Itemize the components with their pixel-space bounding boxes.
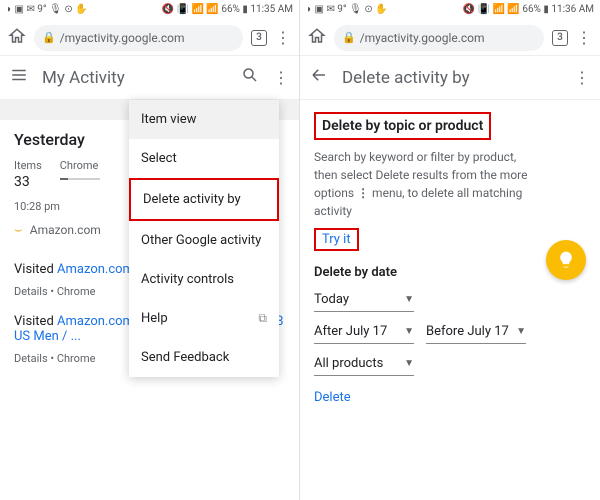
external-link-icon: ⧉ [258,311,267,326]
menu-item-feedback[interactable]: Send Feedback [129,338,279,377]
status-bar: ◗ ▣ ✉ 9° 🎙 ⊙ ✋ 🔇 📳 📶 📶 66% ▮ 11:35 AM [0,0,299,20]
before-date-select[interactable]: Before July 17 ▼ [426,320,526,344]
status-bar: ◗ ▣ ✉ 9° 🎙 ⊙ ✋ 🔇 📳 📶 📶 66% ▮ 11:36 AM [300,0,600,20]
status-right: 🔇 📳 📶 📶 66% ▮ 11:36 AM [463,5,594,15]
left-screenshot: ◗ ▣ ✉ 9° 🎙 ⊙ ✋ 🔇 📳 📶 📶 66% ▮ 11:35 AM 🔒 … [0,0,300,500]
after-date-select[interactable]: After July 17 ▼ [314,320,414,344]
chevron-down-icon: ▼ [404,358,414,369]
menu-item-other[interactable]: Other Google activity [129,221,279,260]
lock-icon: 🔒 [42,31,56,44]
menu-item-help[interactable]: Help ⧉ [129,299,279,338]
page-title: Delete activity by [342,68,560,88]
url-field[interactable]: 🔒 /myactivity.google.com [34,25,243,51]
menu-item-delete-activity[interactable]: Delete activity by [129,178,279,221]
amazon-favicon-icon: ⌣ [14,223,23,238]
app-menu-icon[interactable]: ⋮ [273,70,289,86]
delete-button[interactable]: Delete [314,390,351,405]
items-stat: Items 33 [14,159,42,190]
delete-content: Delete by topic or product Search by key… [300,100,600,417]
more-options-icon: ⋮ [357,184,369,202]
section-delete-topic: Delete by topic or product [314,112,491,140]
date-range-select[interactable]: Today ▼ [314,288,414,312]
status-left: ◗ ▣ ✉ 9° 🎙 ⊙ ✋ [306,5,388,15]
browser-menu-icon[interactable]: ⋮ [576,30,592,46]
chevron-down-icon: ▼ [404,294,414,305]
status-left: ◗ ▣ ✉ 9° 🎙 ⊙ ✋ [6,5,88,15]
browser-toolbar: 🔒 /myactivity.google.com 3 ⋮ [0,20,299,56]
products-select[interactable]: All products ▼ [314,352,414,376]
tab-count[interactable]: 3 [552,30,568,46]
tips-fab[interactable] [546,240,586,280]
url-text: /myactivity.google.com [360,31,485,45]
chevron-down-icon: ▼ [516,326,526,337]
menu-item-controls[interactable]: Activity controls [129,260,279,299]
browser-toolbar: 🔒 /myactivity.google.com 3 ⋮ [300,20,600,56]
section-desc: Search by keyword or filter by product, … [314,148,586,220]
status-right: 🔇 📳 📶 📶 66% ▮ 11:35 AM [162,5,293,15]
hamburger-icon[interactable] [10,66,28,89]
section-delete-date: Delete by date [314,265,586,280]
app-header: Delete activity by ⋮ [300,56,600,100]
overflow-menu: Item view Select Delete activity by Othe… [129,100,279,377]
lock-icon: 🔒 [342,31,356,44]
right-screenshot: ◗ ▣ ✉ 9° 🎙 ⊙ ✋ 🔇 📳 📶 📶 66% ▮ 11:36 AM 🔒 … [300,0,600,500]
page-title: My Activity [42,68,227,88]
menu-item-select[interactable]: Select [129,139,279,178]
browser-menu-icon[interactable]: ⋮ [275,30,291,46]
try-it-link[interactable]: Try it [314,228,359,251]
url-text: /myactivity.google.com [60,31,185,45]
menu-item-itemview[interactable]: Item view [129,100,279,139]
home-icon[interactable] [308,27,326,49]
chevron-down-icon: ▼ [404,326,414,337]
home-icon[interactable] [8,27,26,49]
chrome-stat: Chrome [60,159,100,190]
app-header: My Activity ⋮ [0,56,299,100]
url-field[interactable]: 🔒 /myactivity.google.com [334,25,544,51]
tab-count[interactable]: 3 [251,30,267,46]
back-icon[interactable] [310,66,328,89]
search-icon[interactable] [241,66,259,89]
app-menu-icon[interactable]: ⋮ [574,70,590,86]
